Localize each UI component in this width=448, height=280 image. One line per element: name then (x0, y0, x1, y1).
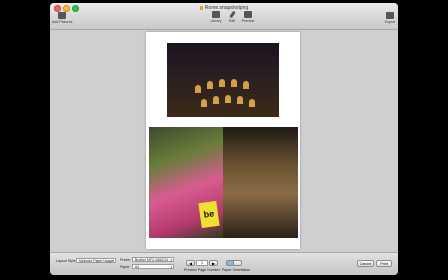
cancel-button[interactable]: Cancel (357, 260, 374, 267)
colosseum-photo[interactable] (167, 43, 279, 117)
edit-label: Edit (228, 19, 236, 23)
paper-orientation-label: Paper Orientation (222, 268, 251, 272)
chevron-down-icon: ▾ (170, 258, 172, 262)
preview-label: Preview (241, 19, 255, 23)
print-button[interactable]: Print (376, 260, 392, 267)
preview-page-label: Preview Page Number (184, 268, 220, 272)
export-label: Export (384, 20, 395, 24)
paper-value: A4 (135, 265, 140, 269)
building-photo[interactable] (223, 127, 298, 238)
paper-orientation-control (226, 260, 242, 266)
chevron-down-icon: ▾ (170, 265, 172, 269)
add-pictures-icon (58, 12, 67, 19)
export-button[interactable]: Export (385, 12, 395, 24)
toolbar: Rome.snapshotproj Add Pictures Library E… (50, 3, 398, 30)
layout-style-value: Minimize Paper Usage (79, 259, 114, 263)
mode-switcher: Library Edit Preview (208, 10, 256, 23)
landscape-orientation-button[interactable] (234, 260, 242, 266)
library-button[interactable]: Library (209, 11, 223, 23)
flowers-photo[interactable]: be (149, 127, 223, 238)
printer-select[interactable]: Brother MFC-9450CN ▾ (132, 257, 174, 262)
portrait-orientation-button[interactable] (226, 260, 234, 266)
paper-select[interactable]: A4 ▾ (132, 264, 174, 269)
print-preview-page: be (146, 32, 300, 249)
library-icon (212, 11, 220, 18)
edit-button[interactable]: Edit (225, 10, 239, 23)
app-window: Rome.snapshotproj Add Pictures Library E… (50, 3, 398, 275)
chevron-down-icon: ▾ (112, 259, 114, 263)
photo-sign: be (198, 200, 220, 229)
layout-style-select[interactable]: Minimize Paper Usage ▾ (76, 258, 116, 263)
add-pictures-button[interactable]: Add Pictures (52, 12, 72, 24)
printer-icon (244, 11, 252, 18)
printer-label: Printer (120, 258, 131, 262)
document-icon (199, 5, 203, 10)
library-label: Library (210, 19, 222, 23)
export-icon (385, 12, 394, 19)
preview-button[interactable]: Preview (241, 11, 255, 23)
paper-label: Paper (120, 265, 130, 269)
next-page-button[interactable]: ▶ (209, 260, 218, 266)
preview-page-stepper: ◀ 1 ▶ (186, 260, 218, 266)
pencil-icon (228, 10, 236, 19)
layout-style-label: Layout Style (56, 259, 76, 263)
print-settings-bar: Layout Style Minimize Paper Usage ▾ Print… (50, 252, 398, 275)
preview-area: be (50, 30, 398, 252)
printer-value: Brother MFC-9450CN (135, 258, 168, 262)
previous-page-button[interactable]: ◀ (186, 260, 195, 266)
add-pictures-label: Add Pictures (52, 20, 73, 24)
preview-page-field[interactable]: 1 (196, 260, 208, 266)
